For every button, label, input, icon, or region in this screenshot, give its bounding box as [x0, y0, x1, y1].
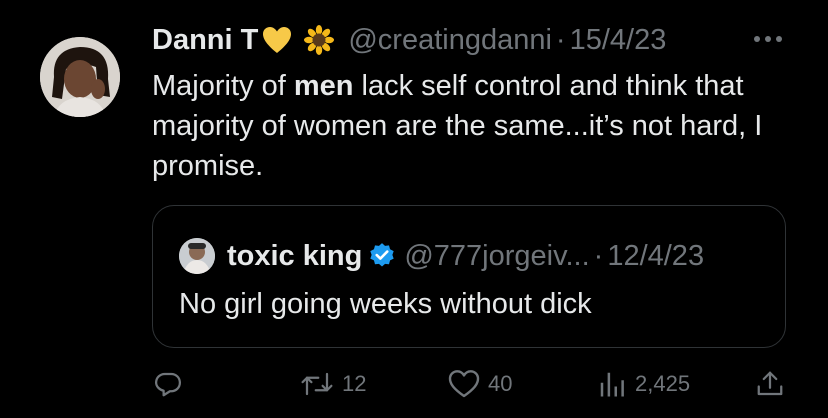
retweet-count: 12: [342, 371, 367, 396]
like-count: 40: [488, 371, 513, 396]
like-button[interactable]: 40: [448, 366, 512, 402]
heart-icon: [448, 370, 480, 398]
verified-badge-icon: [368, 242, 396, 270]
author-handle[interactable]: @creatingdanni: [348, 24, 552, 57]
share-button[interactable]: [755, 366, 785, 402]
author-avatar[interactable]: [40, 37, 120, 117]
quoted-tweet-text: No girl going weeks without dick: [179, 288, 592, 320]
reply-button[interactable]: [153, 366, 183, 402]
sunflower-icon: [304, 25, 335, 55]
quoted-avatar-image: [179, 238, 215, 274]
author-name[interactable]: Danni T: [152, 24, 258, 57]
quoted-tweet[interactable]: toxic king @777jorgeiv... · 12/4/23 No g…: [152, 205, 786, 348]
views-chart-icon: [600, 372, 624, 397]
retweet-icon: [301, 372, 333, 396]
views-count: 2,425: [635, 371, 691, 396]
tweet-text-start: Majority of: [152, 70, 294, 102]
more-icon: [754, 36, 782, 42]
quoted-author-handle[interactable]: @777jorgeiv...: [404, 240, 589, 273]
separator-dot: ·: [555, 23, 566, 56]
tweet-text: Majority of men lack self control and th…: [152, 66, 802, 186]
quoted-author-name[interactable]: toxic king: [227, 240, 362, 273]
quoted-tweet-date[interactable]: 12/4/23: [607, 240, 704, 273]
more-options-button[interactable]: [748, 24, 788, 54]
share-icon: [757, 371, 783, 396]
yellow-heart-icon: [262, 26, 292, 54]
author-avatar-image: [40, 37, 120, 117]
quoted-author-avatar[interactable]: [179, 238, 215, 274]
tweet-header: Danni T @creatingdanni · 15/4/23: [152, 20, 666, 60]
views-button[interactable]: 2,425: [597, 366, 690, 402]
tweet-text-bold: men: [293, 70, 354, 102]
quoted-separator-dot: ·: [593, 239, 604, 272]
quoted-tweet-header: toxic king @777jorgeiv... · 12/4/23: [179, 236, 704, 276]
reply-icon: [155, 372, 181, 397]
retweet-button[interactable]: 12: [300, 366, 366, 402]
tweet-date[interactable]: 15/4/23: [570, 24, 667, 57]
